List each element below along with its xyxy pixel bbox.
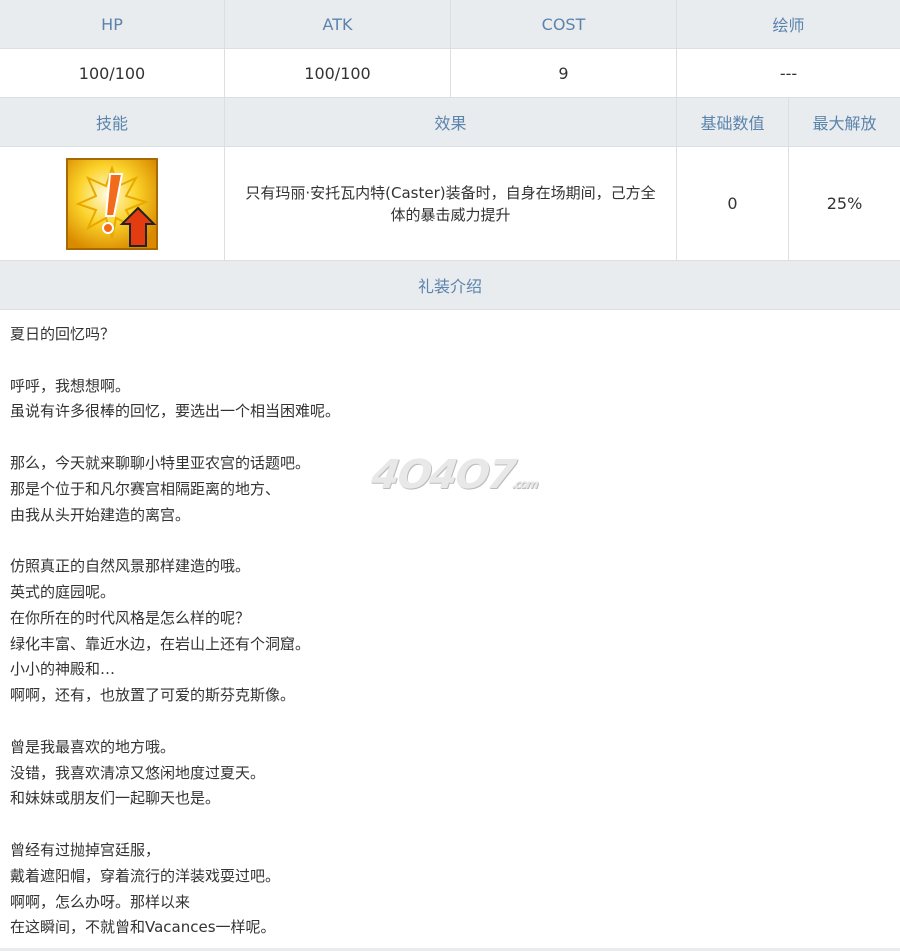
intro-line: [10, 348, 890, 374]
hp-value: 100/100: [0, 49, 225, 97]
skill-header-row: 技能 效果 基础数值 最大解放: [0, 98, 900, 147]
header-illustrator: 绘师: [677, 0, 900, 48]
intro-line: 啊啊，怎么办呀。那样以来: [10, 892, 191, 911]
header-hp: HP: [0, 0, 225, 48]
intro-line: 在这瞬间，不就曾和Vacances一样呢。: [10, 918, 276, 937]
intro-header: 礼装介绍: [0, 261, 900, 309]
intro-line: 呼呼，我想想啊。: [10, 376, 131, 395]
intro-line: 曾经有过抛掉宫廷服，: [10, 840, 161, 859]
intro-line: 仿照真正的自然风景那样建造的哦。: [10, 557, 251, 576]
intro-line: 和妹妹或朋友们一起聊天也是。: [10, 789, 221, 808]
intro-line: 戴着遮阳帽，穿着流行的洋装戏耍过吧。: [10, 866, 281, 885]
intro-line: [10, 528, 890, 554]
intro-line: 曾是我最喜欢的地方哦。: [10, 737, 176, 756]
intro-line: 夏日的回忆吗？: [10, 325, 116, 343]
intro-line: 虽说有许多很棒的回忆，要选出一个相当困难呢。: [10, 402, 341, 421]
header-atk: ATK: [225, 0, 451, 48]
header-max-value: 最大解放: [789, 98, 900, 146]
stats-table: HP ATK COST 绘师 100/100 100/100 9 --- 技能 …: [0, 0, 900, 310]
intro-line: [10, 425, 890, 451]
stats-value-row: 100/100 100/100 9 ---: [0, 49, 900, 98]
watermark-logo: 4O4O7.com: [368, 452, 538, 498]
intro-line: [10, 709, 890, 735]
critical-up-icon: [66, 157, 158, 250]
intro-line: 绿化丰富、靠近水边，在岩山上还有个洞窟。: [10, 634, 311, 653]
header-cost: COST: [451, 0, 677, 48]
intro-line: 由我从头开始建造的离宫。: [10, 505, 191, 524]
intro-line: 英式的庭园呢。: [10, 582, 116, 601]
header-effect: 效果: [225, 98, 677, 146]
cost-value: 9: [451, 49, 677, 97]
skill-max-value: 25%: [826, 194, 863, 213]
stats-header-row: HP ATK COST 绘师: [0, 0, 900, 49]
intro-text: 夏日的回忆吗？ 呼呼，我想想啊。 虽说有许多很棒的回忆，要选出一个相当困难呢。 那么，…: [0, 310, 900, 941]
intro-line: 啊啊，还有，也放置了可爱的斯芬克斯像。: [10, 686, 296, 705]
intro-line: [10, 812, 890, 838]
header-skill: 技能: [0, 98, 225, 146]
skill-base-value: 0: [677, 147, 789, 260]
intro-line: 在你所在的时代风格是怎么样的呢？: [10, 608, 251, 627]
skill-effect: 只有玛丽·安托瓦内特(Caster)装备时，自身在场期间，己方全体的暴击威力提升: [225, 147, 677, 260]
intro-header-row: 礼装介绍: [0, 261, 900, 310]
illustrator-value: ---: [779, 63, 798, 83]
intro-line: 没错，我喜欢清凉又悠闲地度过夏天。: [10, 763, 266, 782]
intro-line: 小小的神殿和…: [10, 660, 116, 679]
header-base-value: 基础数值: [677, 98, 789, 146]
atk-value: 100/100: [225, 49, 451, 97]
skill-icon-cell: [0, 147, 225, 260]
skill-row: 只有玛丽·安托瓦内特(Caster)装备时，自身在场期间，己方全体的暴击威力提升…: [0, 147, 900, 261]
